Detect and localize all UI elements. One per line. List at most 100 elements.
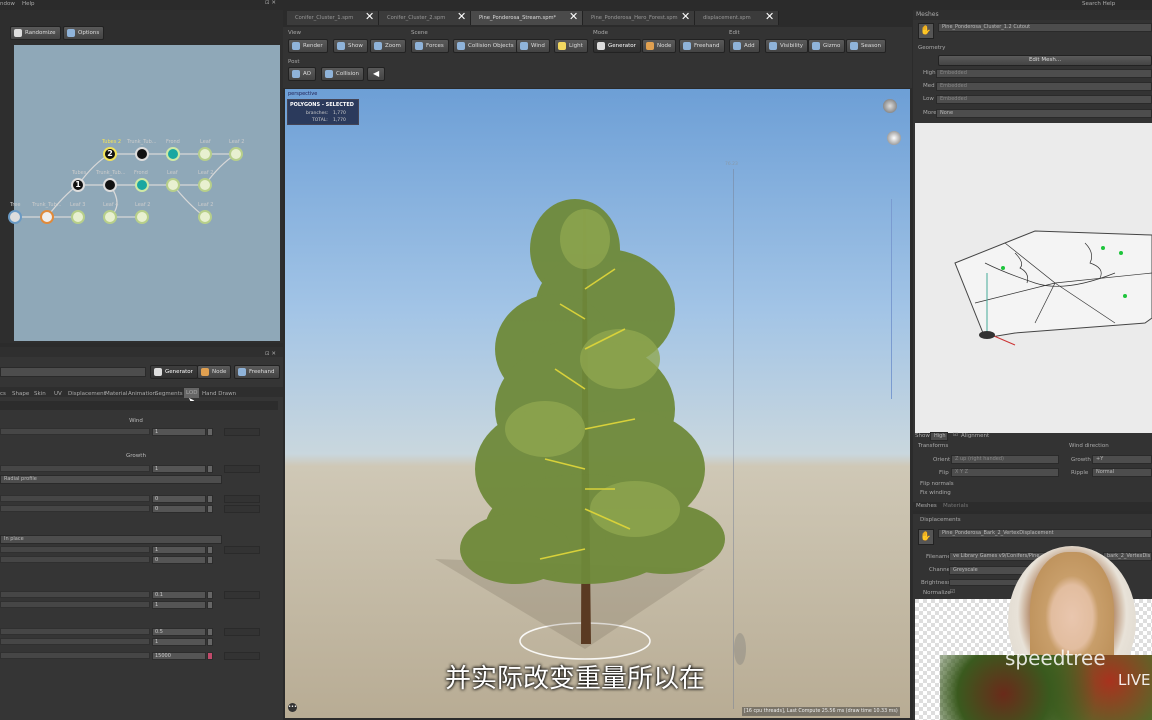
mode-freehand-button[interactable]: Freehand: [679, 39, 725, 53]
edit-mesh-button[interactable]: Edit Mesh...: [938, 55, 1152, 66]
displacement-hand-icon[interactable]: ✋: [918, 529, 934, 545]
viewport-menu-icon[interactable]: •••: [288, 703, 297, 712]
flip-dropdown[interactable]: X Y Z: [951, 468, 1059, 477]
mode-node-button[interactable]: Node: [642, 39, 677, 53]
tab-segments[interactable]: Segments: [155, 389, 183, 399]
graph-node-leaf-2[interactable]: [198, 147, 212, 161]
close-icon[interactable]: ✕: [765, 10, 774, 24]
ripple-dropdown[interactable]: Normal: [1092, 468, 1152, 477]
tab-materials[interactable]: Materials: [943, 503, 968, 509]
lod-curve-1[interactable]: [224, 628, 260, 636]
radial-spinner-2[interactable]: [207, 505, 213, 513]
lod-low-field[interactable]: Embedded: [936, 95, 1152, 104]
normalize-checkbox[interactable]: ☑: [950, 589, 955, 595]
forces-button[interactable]: Forces: [411, 39, 449, 53]
menu-window[interactable]: ndow: [0, 1, 15, 7]
mode-generator-button[interactable]: Generator: [593, 39, 641, 53]
graph-node-leaf2-3[interactable]: [135, 210, 149, 224]
graph-node-frond[interactable]: [135, 178, 149, 192]
section-wind[interactable]: Wind: [0, 417, 272, 426]
dist-curve-1[interactable]: [224, 591, 260, 599]
visibility-button[interactable]: Visibility: [765, 39, 809, 53]
props-generator-button[interactable]: Generator: [150, 365, 198, 379]
tab-uv[interactable]: UV: [54, 389, 62, 399]
tab-skin[interactable]: Skin: [34, 389, 46, 399]
graph-node-leaf4[interactable]: [103, 210, 117, 224]
lod-slider-3[interactable]: [0, 652, 150, 659]
tab-displacement[interactable]: displacement.spm ✕: [695, 10, 779, 25]
close-icon[interactable]: ✕: [457, 10, 466, 24]
lod-value-3[interactable]: 15000: [152, 652, 206, 660]
in-place-dropdown[interactable]: In place: [0, 535, 222, 544]
collision-button[interactable]: Collision: [321, 67, 365, 81]
growth-value[interactable]: 1: [152, 465, 206, 473]
tab-shape[interactable]: Shape: [12, 389, 29, 399]
menu-help[interactable]: Help: [22, 1, 35, 7]
camera-gizmo-icon[interactable]: [883, 99, 897, 113]
tab-conifer-cluster-1[interactable]: Conifer_Cluster_1.spm ✕: [287, 10, 379, 25]
wind-spinner[interactable]: [207, 428, 213, 436]
lod-curve-3[interactable]: [224, 652, 260, 660]
alignment-checkbox[interactable]: ☑: [953, 432, 958, 438]
wind-slider[interactable]: [0, 428, 150, 435]
tab-material[interactable]: Material: [105, 389, 127, 399]
graph-node-leaf2-4[interactable]: [198, 210, 212, 224]
growth-spinner[interactable]: [207, 465, 213, 473]
object-name-field[interactable]: [0, 367, 146, 377]
place-slider-1[interactable]: [0, 546, 150, 553]
ao-button[interactable]: AO: [288, 67, 316, 81]
gizmo-button[interactable]: Gizmo: [808, 39, 846, 53]
graph-node-trunk[interactable]: [40, 210, 54, 224]
lod-more-field[interactable]: None: [936, 109, 1152, 118]
viewport-ruler[interactable]: [891, 199, 897, 399]
props-node-button[interactable]: Node: [197, 365, 232, 379]
dist-slider-1[interactable]: [0, 591, 150, 598]
light-direction-icon[interactable]: [887, 131, 901, 145]
dist-value-2[interactable]: 1: [152, 601, 206, 609]
graph-node-tubes2[interactable]: 2: [103, 147, 117, 161]
show-dropdown[interactable]: High: [930, 432, 948, 441]
zoom-button[interactable]: Zoom: [370, 39, 406, 53]
radial-curve-1[interactable]: [224, 495, 260, 503]
graph-node-tubes[interactable]: 1: [71, 178, 85, 192]
tab-conifer-cluster-2[interactable]: Conifer_Cluster_2.spm ✕: [379, 10, 471, 25]
tab-animation[interactable]: Animation: [128, 389, 156, 399]
graph-node-trunk-tub[interactable]: [103, 178, 117, 192]
lod-slider-1[interactable]: [0, 628, 150, 635]
graph-node-leaf[interactable]: [166, 178, 180, 192]
growth-slider[interactable]: [0, 465, 150, 472]
back-arrow-button[interactable]: ◀: [367, 67, 386, 81]
options-button[interactable]: Options: [63, 26, 105, 40]
filename-field-tail[interactable]: bark_2_VertexDis: [1103, 552, 1152, 561]
graph-node-leaf3[interactable]: [71, 210, 85, 224]
dist-value-1[interactable]: 0.1: [152, 591, 206, 599]
dist-slider-2[interactable]: [0, 601, 150, 608]
place-value-2[interactable]: 0: [152, 556, 206, 564]
show-button[interactable]: Show: [333, 39, 368, 53]
close-icon[interactable]: ✕: [569, 10, 578, 24]
render-button[interactable]: Render: [288, 39, 328, 53]
place-curve-1[interactable]: [224, 546, 260, 554]
orient-dropdown[interactable]: Z up (right handed): [951, 455, 1059, 464]
place-value-1[interactable]: 1: [152, 546, 206, 554]
graph-canvas[interactable]: Tree Trunk_Tub... Leaf 3 1 Tubes Trunk_T…: [8, 45, 280, 341]
lod-spinner-2[interactable]: [207, 638, 213, 646]
graph-node-leaf2[interactable]: [198, 178, 212, 192]
graph-node-trunk-tub-2[interactable]: [135, 147, 149, 161]
growth-dropdown[interactable]: +Y: [1092, 455, 1152, 464]
tab-meshes[interactable]: Meshes: [916, 503, 937, 509]
tab-pine-ponderosa-stream[interactable]: Pine_Ponderosa_Stream.spm* ✕: [471, 10, 583, 25]
tab-pine-ponderosa-hero-forest[interactable]: Pine_Ponderosa_Hero_Forest.spm ✕: [583, 10, 695, 25]
graph-node-tree[interactable]: [8, 210, 22, 224]
season-button[interactable]: Season: [846, 39, 886, 53]
mesh-item-hand-icon[interactable]: ✋: [918, 23, 934, 39]
radial-slider-1[interactable]: [0, 495, 150, 502]
wind-button[interactable]: Wind: [516, 39, 550, 53]
panel-pin-icon[interactable]: ⊡ ✕: [265, 0, 276, 6]
mesh-preview[interactable]: [915, 123, 1152, 433]
radial-curve-2[interactable]: [224, 505, 260, 513]
wind-curve[interactable]: [224, 428, 260, 436]
place-slider-2[interactable]: [0, 556, 150, 563]
props-freehand-button[interactable]: Freehand: [234, 365, 280, 379]
radial-value-2[interactable]: 0: [152, 505, 206, 513]
